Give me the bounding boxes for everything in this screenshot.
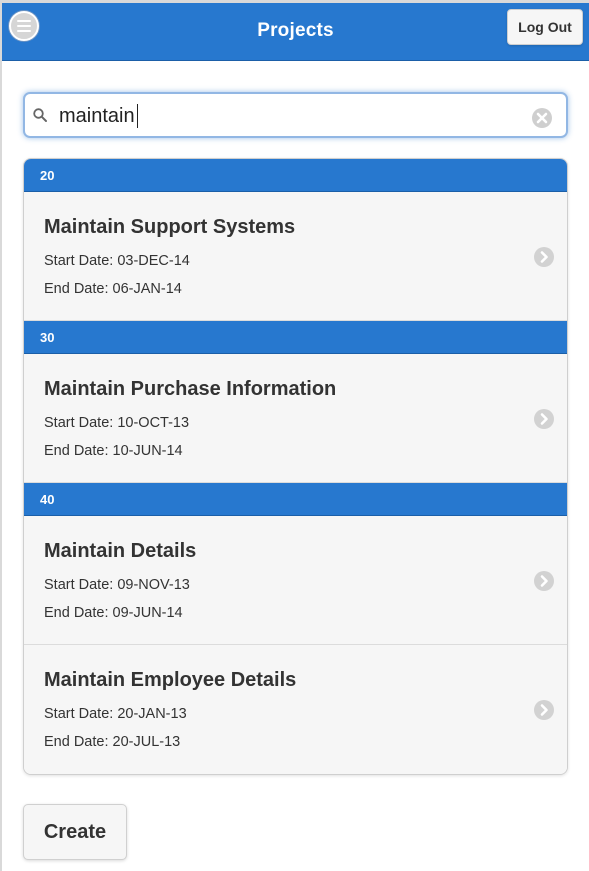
list-item[interactable]: Maintain Details Start Date: 09-NOV-13 E… — [24, 516, 567, 645]
project-start-date: Start Date: 09-NOV-13 — [44, 577, 190, 593]
clear-icon[interactable] — [531, 107, 553, 129]
project-end-date: End Date: 06-JAN-14 — [44, 281, 182, 297]
list-divider: 30 — [24, 321, 567, 354]
project-list: 20 Maintain Support Systems Start Date: … — [23, 158, 568, 775]
project-start-date: Start Date: 03-DEC-14 — [44, 253, 190, 269]
text-cursor — [137, 104, 138, 128]
project-title: Maintain Details — [44, 540, 197, 562]
list-divider: 40 — [24, 483, 567, 516]
chevron-right-icon — [534, 409, 554, 429]
list-item[interactable]: Maintain Employee Details Start Date: 20… — [24, 645, 567, 774]
project-title: Maintain Purchase Information — [44, 378, 337, 400]
search-icon — [33, 108, 47, 122]
project-start-date: Start Date: 10-OCT-13 — [44, 415, 190, 431]
project-end-date: End Date: 20-JUL-13 — [44, 734, 181, 750]
list-item[interactable]: Maintain Purchase Information Start Date… — [24, 354, 567, 483]
search-input[interactable] — [59, 101, 519, 131]
project-end-date: End Date: 09-JUN-14 — [44, 605, 183, 621]
project-title: Maintain Employee Details — [44, 669, 297, 691]
list-item[interactable]: Maintain Support Systems Start Date: 03-… — [24, 192, 567, 321]
project-start-date: Start Date: 20-JAN-13 — [44, 706, 187, 722]
list-divider: 20 — [24, 159, 567, 192]
project-end-date: End Date: 10-JUN-14 — [44, 443, 183, 459]
page-title: Projects — [257, 20, 334, 41]
project-title: Maintain Support Systems — [44, 216, 296, 238]
chevron-right-icon — [534, 571, 554, 591]
header-bar: Projects Log Out — [2, 3, 589, 61]
search-bar — [23, 92, 568, 138]
chevron-right-icon — [534, 700, 554, 720]
create-button[interactable]: Create — [23, 804, 127, 860]
logout-button[interactable]: Log Out — [507, 9, 583, 45]
chevron-right-icon — [534, 247, 554, 267]
